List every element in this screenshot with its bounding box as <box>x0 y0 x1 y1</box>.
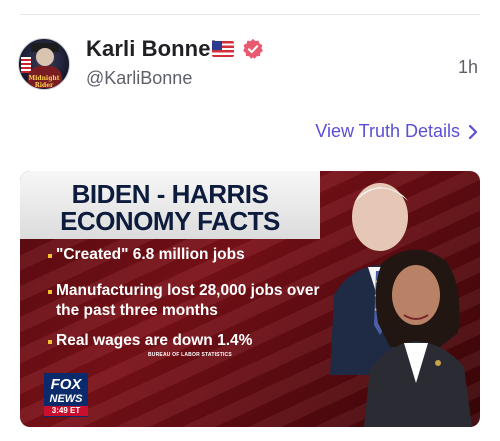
top-divider <box>20 14 480 15</box>
fox-network-line1: FOX <box>51 376 83 393</box>
avatar-text: Midnight Rider <box>28 75 60 89</box>
avatar-face <box>36 48 54 66</box>
fact-bullet-1-text: "Created" 6.8 million jobs <box>56 246 245 263</box>
view-truth-details-label: View Truth Details <box>315 121 460 141</box>
harris-portrait <box>364 249 472 427</box>
view-truth-details-link[interactable]: View Truth Details <box>315 121 478 142</box>
source-caption: BUREAU OF LABOR STATISTICS <box>148 352 232 358</box>
display-name[interactable]: Karli Bonne’ <box>86 36 217 62</box>
fox-network-line2: NEWS <box>50 393 84 405</box>
fact-bullet-3-text: Real wages are down 1.4% <box>56 332 253 349</box>
bullet-marker <box>48 254 52 258</box>
headline-line2: ECONOMY FACTS <box>60 206 280 236</box>
fact-bullet-2-text: Manufacturing lost 28,000 jobs over the … <box>56 282 320 319</box>
fact-bullet-1: "Created" 6.8 million jobs <box>48 245 245 265</box>
post-media-image[interactable]: BIDEN - HARRIS ECONOMY FACTS "Created" 6… <box>20 171 480 427</box>
fact-bullet-3: Real wages are down 1.4% <box>48 331 253 351</box>
bullet-marker <box>48 290 52 294</box>
flag-us-icon <box>212 41 234 57</box>
broadcast-time: 3:49 ET <box>44 406 88 416</box>
bullet-marker <box>48 340 52 344</box>
verified-badge-icon <box>243 38 263 59</box>
avatar[interactable]: Midnight Rider <box>18 38 70 90</box>
post-timestamp: 1h <box>457 57 478 77</box>
chevron-right-icon <box>468 124 478 139</box>
fact-bullet-2: Manufacturing lost 28,000 jobs over the … <box>48 281 321 321</box>
user-handle[interactable]: @KarliBonne <box>86 68 192 89</box>
